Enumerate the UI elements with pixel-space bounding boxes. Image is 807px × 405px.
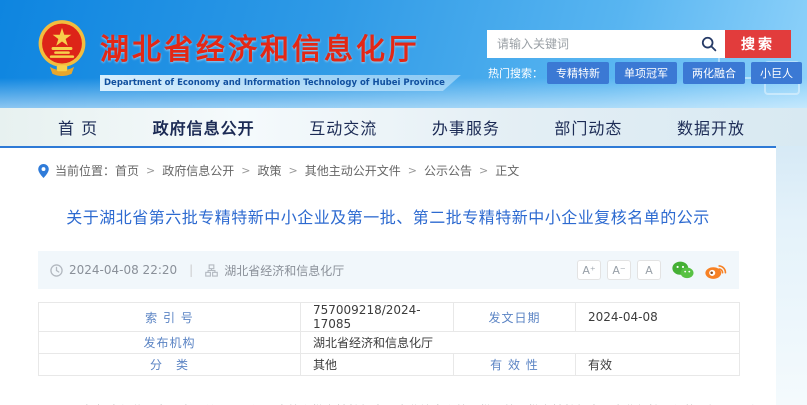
article-meta-left: 2024-04-08 22:20 | 湖北省经济和信息化厅	[50, 262, 344, 279]
issue-date-label: 发文日期	[454, 303, 576, 332]
index-number-value: 757009218/2024-17085	[301, 303, 454, 332]
document-info-table: 索 引 号 757009218/2024-17085 发文日期 2024-04-…	[38, 302, 740, 376]
hot-tag-lhrh[interactable]: 两化融合	[683, 62, 745, 84]
validity-label: 有 效 性	[454, 354, 576, 376]
article-source: 湖北省经济和信息化厅	[224, 262, 344, 279]
article-meta-right: A⁺ A⁻ A	[571, 260, 727, 280]
meta-divider: |	[189, 263, 193, 277]
validity-value: 有效	[576, 354, 740, 376]
site-logo-brand[interactable]: 湖北省经济和信息化厅 Department of Economy and Inf…	[36, 18, 461, 91]
category-value: 其他	[301, 354, 454, 376]
issue-date-value: 2024-04-08	[576, 303, 740, 332]
clock-icon	[50, 264, 63, 277]
font-increase-button[interactable]: A⁺	[577, 260, 601, 280]
nav-item-gov-info[interactable]: 政府信息公开	[153, 115, 255, 139]
search-icon	[701, 36, 717, 52]
nav-item-home[interactable]: 首 页	[58, 115, 98, 139]
nav-item-services[interactable]: 办事服务	[432, 115, 500, 139]
page: 湖北省经济和信息化厅 Department of Economy and Inf…	[0, 0, 807, 405]
crumb-policy[interactable]: 政策	[257, 162, 281, 179]
breadcrumb-label: 当前位置：	[55, 162, 115, 179]
search-box	[487, 30, 725, 58]
publish-time: 2024-04-08 22:20	[69, 263, 177, 277]
issuing-agency-value: 湖北省经济和信息化厅	[301, 332, 740, 354]
article-title: 关于湖北省第六批专精特新中小企业及第一批、第二批专精特新中小企业复核名单的公示	[0, 204, 776, 228]
issuing-agency-label: 发布机构	[39, 332, 301, 354]
article-body-excerpt: 根据省经信厅办公室《关于开展湖北省第六批专精特新中小企业培育和第一批、第二批专精…	[60, 400, 760, 405]
brand-text: 湖北省经济和信息化厅 Department of Economy and Inf…	[100, 18, 461, 91]
hot-tag-dxgj[interactable]: 单项冠军	[615, 62, 677, 84]
hot-tag-xjr[interactable]: 小巨人	[751, 62, 802, 84]
table-row: 发布机构 湖北省经济和信息化厅	[39, 332, 740, 354]
category-label: 分 类	[39, 354, 301, 376]
content-card: 当前位置： 首页 > 政府信息公开 > 政策 > 其他主动公开文件 > 公示公告…	[0, 148, 776, 405]
nav-item-interaction[interactable]: 互动交流	[309, 115, 377, 139]
hot-search-row: 热门搜索： 专精特新 单项冠军 两化融合 小巨人 绿色工厂	[488, 62, 807, 84]
index-number-label: 索 引 号	[39, 303, 301, 332]
hot-tag-zjtx[interactable]: 专精特新	[547, 62, 609, 84]
article-meta-bar: 2024-04-08 22:20 | 湖北省经济和信息化厅 A⁺ A⁻ A	[38, 251, 739, 289]
font-reset-button[interactable]: A	[637, 260, 661, 280]
site-title: 湖北省经济和信息化厅	[100, 26, 461, 68]
site-header: 湖北省经济和信息化厅 Department of Economy and Inf…	[0, 0, 807, 108]
crumb-other-documents[interactable]: 其他主动公开文件	[305, 162, 401, 179]
wechat-share-icon[interactable]	[672, 261, 694, 279]
hot-search-label: 热门搜索：	[488, 65, 543, 81]
nav-underline	[0, 146, 776, 148]
table-row: 索 引 号 757009218/2024-17085 发文日期 2024-04-…	[39, 303, 740, 332]
weibo-share-icon[interactable]	[705, 261, 727, 279]
crumb-home[interactable]: 首页	[115, 162, 139, 179]
source-org-icon	[205, 264, 218, 277]
crumb-gov-info[interactable]: 政府信息公开	[162, 162, 234, 179]
national-emblem-icon	[36, 18, 88, 80]
crumb-announcements[interactable]: 公示公告	[424, 162, 472, 179]
nav-item-open-data[interactable]: 数据开放	[677, 115, 745, 139]
search-input[interactable]	[487, 30, 701, 58]
crumb-article: 正文	[495, 162, 519, 179]
search-bar: 搜索	[487, 30, 791, 58]
font-decrease-button[interactable]: A⁻	[607, 260, 631, 280]
location-pin-icon	[38, 164, 49, 178]
search-button[interactable]: 搜索	[725, 30, 791, 58]
breadcrumb: 当前位置： 首页 > 政府信息公开 > 政策 > 其他主动公开文件 > 公示公告…	[38, 162, 776, 179]
site-title-english: Department of Economy and Information Te…	[100, 75, 461, 91]
nav-item-department-news[interactable]: 部门动态	[554, 115, 622, 139]
table-row: 分 类 其他 有 效 性 有效	[39, 354, 740, 376]
